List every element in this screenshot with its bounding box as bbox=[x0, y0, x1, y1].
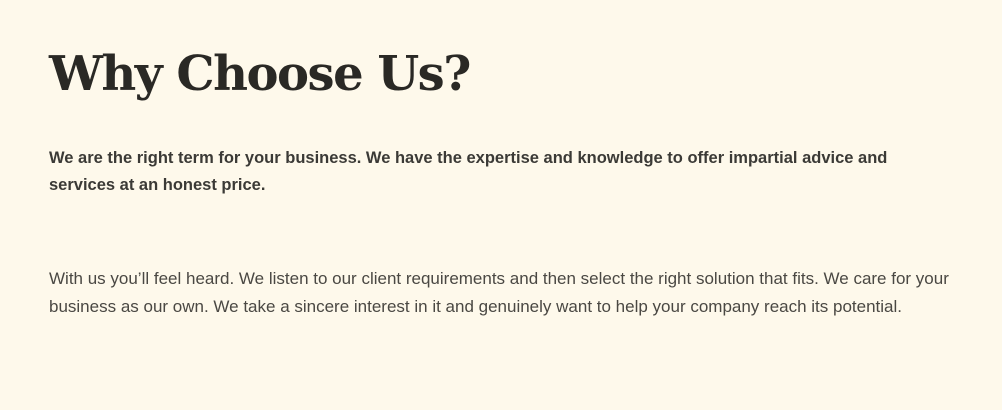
section-heading: Why Choose Us? bbox=[49, 46, 471, 102]
section-lead-paragraph: We are the right term for your business.… bbox=[49, 149, 888, 194]
section-body-paragraph: With us you’ll feel heard. We listen to … bbox=[49, 269, 949, 316]
